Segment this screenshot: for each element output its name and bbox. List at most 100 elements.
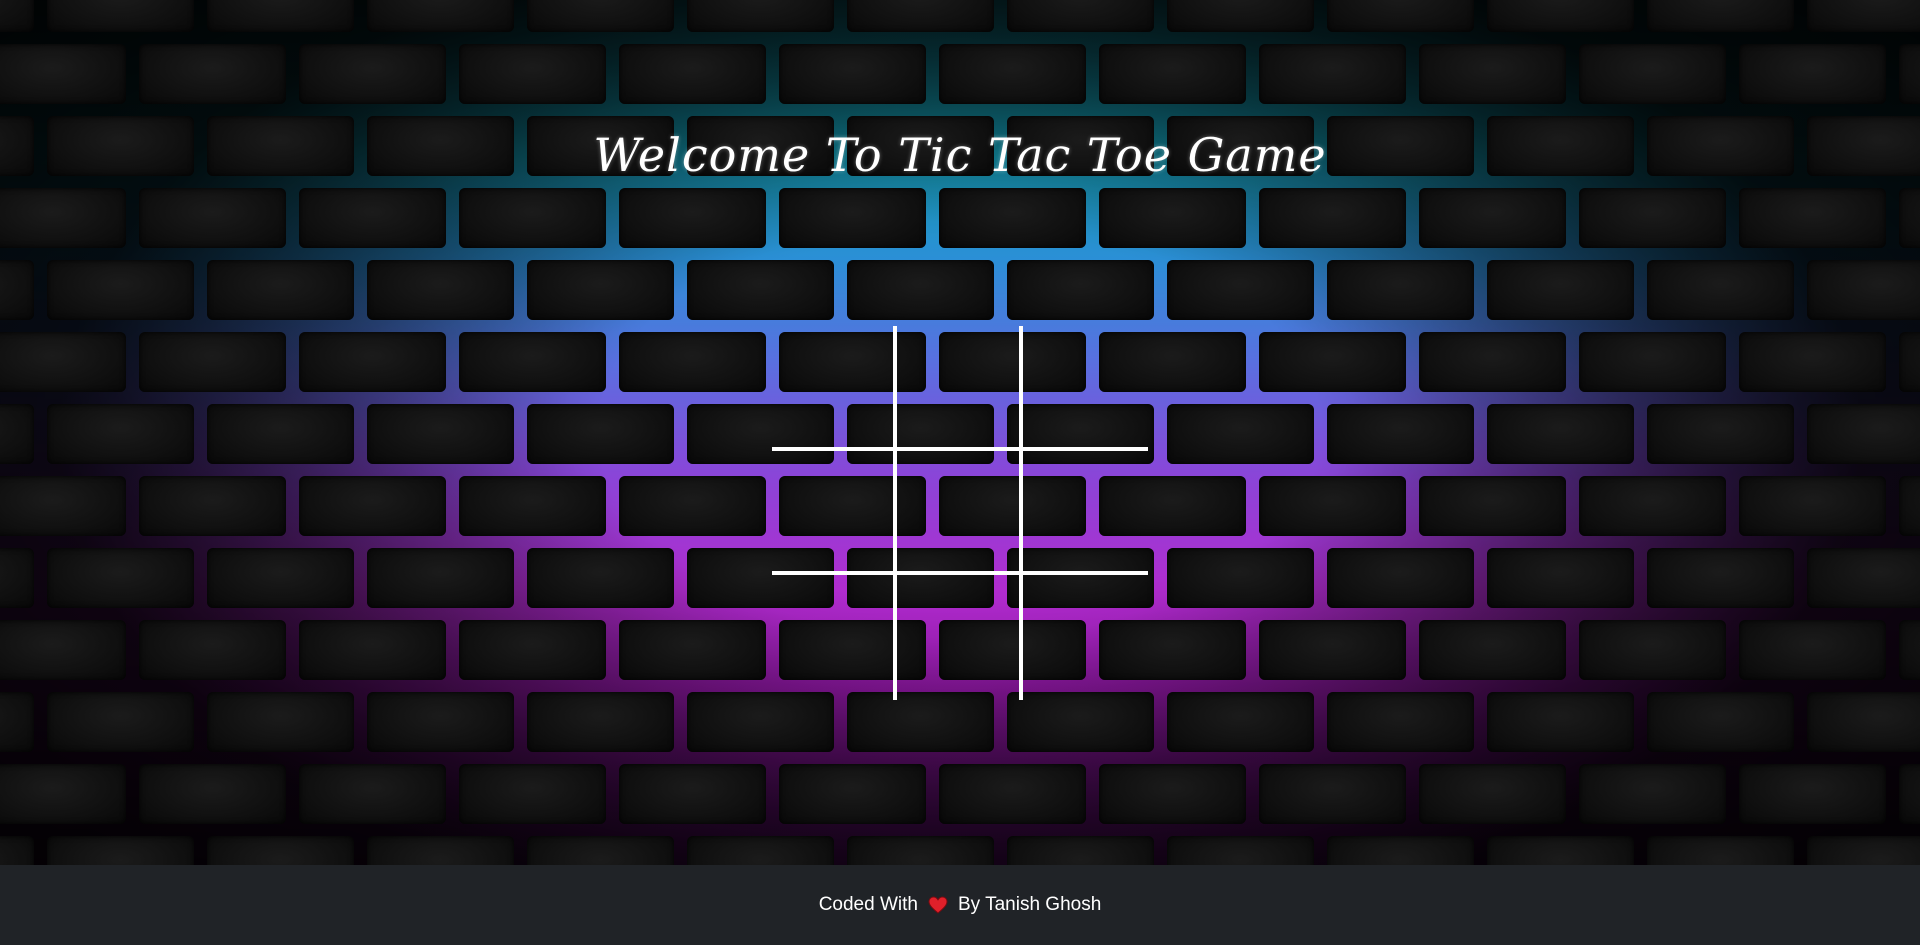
brick: [0, 260, 34, 320]
page-footer: Coded With By Tanish Ghosh: [0, 865, 1920, 945]
board-cell[interactable]: [897, 326, 1023, 451]
brick: [687, 260, 834, 320]
brick: [1419, 476, 1566, 536]
brick: [367, 0, 514, 32]
game-stage: Welcome To Tic Tac Toe Game: [0, 0, 1920, 865]
brick: [1167, 548, 1314, 608]
brick: [1167, 260, 1314, 320]
brick: [1899, 620, 1920, 680]
brick: [0, 836, 34, 865]
brick: [1487, 260, 1634, 320]
brick: [207, 404, 354, 464]
brick: [1647, 548, 1794, 608]
brick: [459, 188, 606, 248]
brick: [1259, 764, 1406, 824]
brick: [687, 836, 834, 865]
brick: [939, 764, 1086, 824]
brick: [207, 548, 354, 608]
brick: [299, 476, 446, 536]
brick: [1807, 836, 1920, 865]
brick: [1167, 404, 1314, 464]
brick: [207, 260, 354, 320]
brick: [0, 692, 34, 752]
brick: [847, 0, 994, 32]
brick: [459, 44, 606, 104]
brick: [47, 548, 194, 608]
brick: [527, 548, 674, 608]
brick: [527, 0, 674, 32]
board-cell[interactable]: [1022, 451, 1148, 576]
footer-text-after: By Tanish Ghosh: [957, 894, 1102, 915]
brick: [1647, 0, 1794, 32]
page-title: Welcome To Tic Tac Toe Game: [593, 128, 1327, 182]
brick: [299, 44, 446, 104]
brick: [459, 764, 606, 824]
brick: [619, 476, 766, 536]
brick: [1419, 332, 1566, 392]
brick: [139, 764, 286, 824]
brick: [299, 620, 446, 680]
brick: [139, 332, 286, 392]
brick: [1167, 692, 1314, 752]
heart-icon: [928, 896, 948, 914]
brick: [1327, 836, 1474, 865]
brick: [139, 620, 286, 680]
brick: [619, 44, 766, 104]
brick: [299, 188, 446, 248]
board-cell[interactable]: [772, 575, 898, 700]
brick: [1807, 692, 1920, 752]
brick: [0, 476, 126, 536]
brick: [1579, 188, 1726, 248]
brick: [847, 836, 994, 865]
board-cell[interactable]: [772, 450, 898, 576]
board-cell[interactable]: [1023, 575, 1148, 700]
brick: [619, 332, 766, 392]
brick: [47, 404, 194, 464]
brick: [1739, 620, 1886, 680]
brick: [1099, 764, 1246, 824]
brick: [1739, 764, 1886, 824]
brick: [1739, 44, 1886, 104]
brick: [367, 548, 514, 608]
brick: [939, 188, 1086, 248]
brick: [459, 332, 606, 392]
brick: [1899, 332, 1920, 392]
brick: [1167, 836, 1314, 865]
brick: [299, 764, 446, 824]
brick: [139, 476, 286, 536]
brick: [527, 404, 674, 464]
board-cell[interactable]: [897, 575, 1023, 700]
brick: [1007, 0, 1154, 32]
brick: [687, 692, 834, 752]
brick: [1259, 620, 1406, 680]
brick: [1487, 548, 1634, 608]
brick: [847, 260, 994, 320]
brick: [367, 260, 514, 320]
tic-tac-toe-board: [772, 326, 1148, 700]
brick: [367, 404, 514, 464]
brick: [1579, 476, 1726, 536]
brick: [779, 44, 926, 104]
brick: [1327, 260, 1474, 320]
brick: [1259, 188, 1406, 248]
brick: [0, 620, 126, 680]
brick: [619, 188, 766, 248]
brick: [1327, 0, 1474, 32]
brick: [1899, 764, 1920, 824]
brick: [1007, 836, 1154, 865]
board-cell[interactable]: [772, 326, 898, 451]
brick: [1167, 0, 1314, 32]
brick: [1807, 548, 1920, 608]
brick: [1419, 620, 1566, 680]
brick: [779, 188, 926, 248]
brick: [1739, 332, 1886, 392]
brick: [0, 188, 126, 248]
brick: [0, 404, 34, 464]
brick: [1739, 476, 1886, 536]
brick: [139, 44, 286, 104]
brick: [1487, 404, 1634, 464]
board-cell[interactable]: [1022, 326, 1148, 451]
brick: [1579, 332, 1726, 392]
brick: [1647, 836, 1794, 865]
board-cell[interactable]: [897, 450, 1023, 576]
